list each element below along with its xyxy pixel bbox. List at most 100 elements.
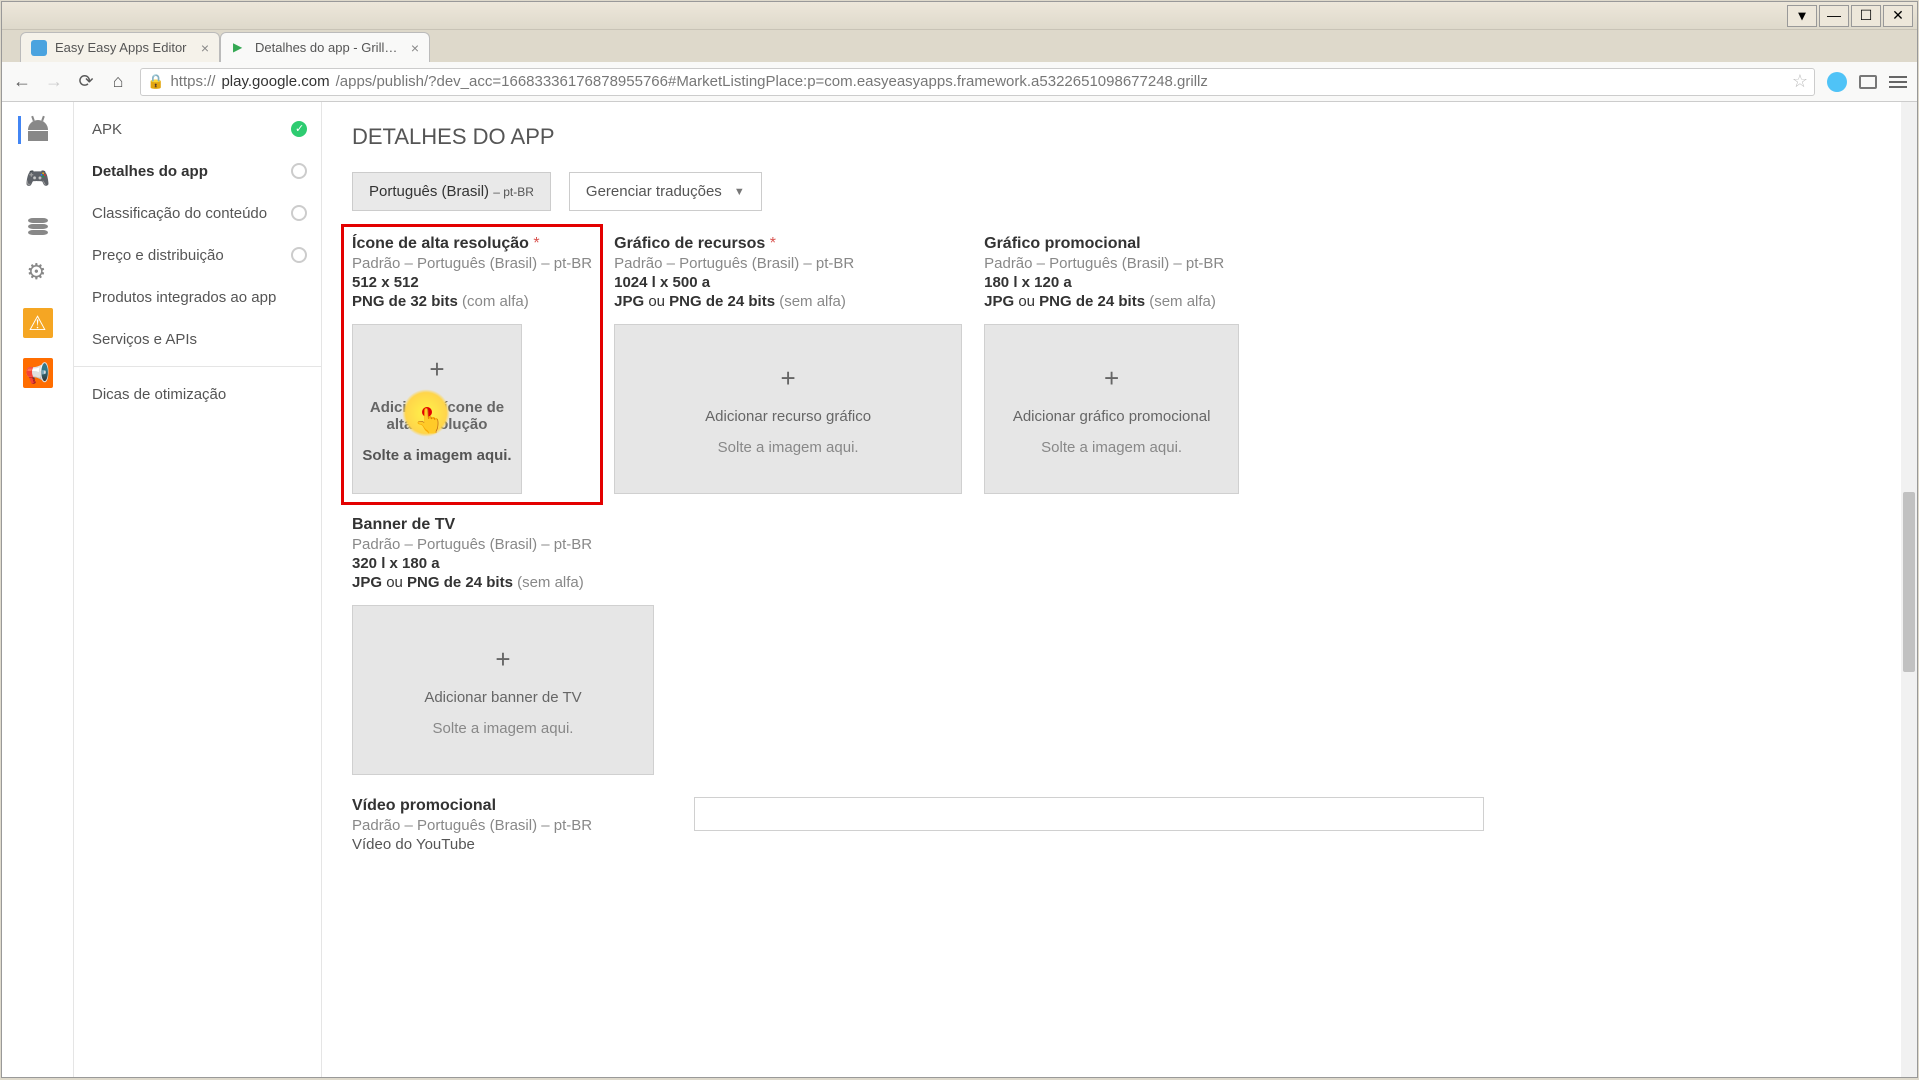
asset-title-text: Vídeo promocional: [352, 797, 496, 814]
status-check-icon: [291, 163, 307, 179]
sidenav-label: Detalhes do app: [92, 163, 208, 180]
format-pre: JPG: [352, 574, 382, 591]
browser-toolbar: ← → ⟳ ⌂ 🔒 https://play.google.com/apps/p…: [2, 62, 1917, 102]
browser-tab[interactable]: Easy Easy Apps Editor ×: [20, 32, 220, 62]
format-or: ou: [648, 293, 665, 310]
reload-button[interactable]: ⟳: [76, 72, 96, 92]
asset-dimensions: 320 l x 180 a: [352, 555, 654, 572]
bookmark-star-icon[interactable]: ☆: [1792, 71, 1808, 92]
os-context-button[interactable]: ▾: [1787, 5, 1817, 27]
manage-translations-button[interactable]: Gerenciar traduções ▼: [569, 172, 762, 211]
asset-title: Banner de TV: [352, 516, 654, 534]
asset-block-promo: Gráfico promocional Padrão – Português (…: [984, 235, 1239, 494]
hamburger-menu-icon[interactable]: [1889, 76, 1907, 88]
games-icon[interactable]: 🎮: [24, 164, 52, 192]
forward-button[interactable]: →: [44, 72, 64, 92]
dropzone-hint: Solte a imagem aqui.: [718, 439, 859, 456]
home-button[interactable]: ⌂: [108, 72, 128, 92]
language-suffix: – pt-BR: [493, 185, 534, 199]
asset-block-video: Vídeo promocional Padrão – Português (Br…: [352, 797, 1887, 853]
sidenav-item-apk[interactable]: APK: [74, 108, 321, 150]
left-rail: 🎮 ⚠ 📢: [2, 102, 74, 1077]
asset-title-text: Gráfico de recursos: [614, 235, 765, 252]
os-minimize-button[interactable]: —: [1819, 5, 1849, 27]
format-muted: (com alfa): [462, 293, 529, 310]
alerts-icon[interactable]: ⚠: [23, 308, 53, 338]
page-title: DETALHES DO APP: [352, 124, 1887, 150]
tab-close-icon[interactable]: ×: [201, 40, 209, 56]
language-button[interactable]: Português (Brasil) – pt-BR: [352, 172, 551, 211]
asset-format: PNG de 32 bits (com alfa): [352, 293, 592, 310]
tab-title: Detalhes do app - Grillz re: [255, 40, 403, 55]
sidenav-item-preco[interactable]: Preço e distribuição: [74, 234, 321, 276]
extension-icon[interactable]: [1827, 72, 1847, 92]
asset-dimensions: 1024 l x 500 a: [614, 274, 962, 291]
scroll-thumb[interactable]: [1903, 492, 1915, 672]
upload-dropzone-feature[interactable]: + Adicionar recurso gráfico Solte a imag…: [614, 324, 962, 494]
android-app-icon[interactable]: [18, 116, 46, 144]
back-button[interactable]: ←: [12, 72, 32, 92]
settings-icon[interactable]: [24, 260, 52, 288]
dropzone-hint: Solte a imagem aqui.: [433, 720, 574, 737]
asset-title: Gráfico promocional: [984, 235, 1239, 253]
asset-subtitle: Padrão – Português (Brasil) – pt-BR: [984, 255, 1239, 272]
asset-title-text: Ícone de alta resolução: [352, 235, 529, 252]
os-maximize-button[interactable]: ☐: [1851, 5, 1881, 27]
sidenav-label: Produtos integrados ao app: [92, 289, 276, 306]
status-check-icon: [291, 247, 307, 263]
device-toggle-icon[interactable]: [1859, 75, 1877, 89]
sidenav-item-servicos[interactable]: Serviços e APIs: [74, 318, 321, 360]
upload-dropzone-icon[interactable]: + Adicionar ícone de alta resolução Solt…: [352, 324, 522, 494]
vertical-scrollbar[interactable]: [1901, 102, 1917, 1077]
upload-dropzone-tv[interactable]: + Adicionar banner de TV Solte a imagem …: [352, 605, 654, 775]
os-window: ▾ — ☐ ✕ Easy Easy Apps Editor × Detalhes…: [1, 1, 1918, 1078]
asset-title-text: Gráfico promocional: [984, 235, 1140, 252]
format-muted: (sem alfa): [1149, 293, 1216, 310]
favicon-icon: [31, 40, 47, 56]
tab-close-icon[interactable]: ×: [411, 40, 419, 56]
asset-video-hint: Vídeo do YouTube: [352, 836, 672, 853]
format-pre: JPG: [984, 293, 1014, 310]
manage-label: Gerenciar traduções: [586, 183, 722, 200]
asset-subtitle: Padrão – Português (Brasil) – pt-BR: [614, 255, 962, 272]
asset-dimensions: 512 x 512: [352, 274, 592, 291]
asset-title: Gráfico de recursos *: [614, 235, 962, 253]
asset-title: Ícone de alta resolução *: [352, 235, 592, 253]
sidenav-label: Dicas de otimização: [92, 386, 226, 403]
status-check-icon: [291, 121, 307, 137]
asset-subtitle: Padrão – Português (Brasil) – pt-BR: [352, 255, 592, 272]
database-icon[interactable]: [24, 212, 52, 240]
sidenav-label: Serviços e APIs: [92, 331, 197, 348]
lock-icon: 🔒: [147, 73, 164, 90]
plus-icon: +: [1104, 363, 1119, 394]
os-close-button[interactable]: ✕: [1883, 5, 1913, 27]
sidenav-item-classificacao[interactable]: Classificação do conteúdo: [74, 192, 321, 234]
sidenav-item-dicas[interactable]: Dicas de otimização: [74, 373, 321, 415]
sidenav-item-detalhes[interactable]: Detalhes do app: [74, 150, 321, 192]
sidenav-label: Preço e distribuição: [92, 247, 224, 264]
asset-title: Vídeo promocional: [352, 797, 672, 815]
sidenav-item-produtos[interactable]: Produtos integrados ao app: [74, 276, 321, 318]
tab-title: Easy Easy Apps Editor: [55, 40, 193, 55]
format-bold: PNG de 24 bits: [1039, 293, 1145, 310]
favicon-icon: [231, 40, 247, 56]
dropzone-action: Adicionar ícone de alta resolução: [353, 399, 521, 433]
asset-format: JPG ou PNG de 24 bits (sem alfa): [984, 293, 1239, 310]
format-muted: (sem alfa): [517, 574, 584, 591]
browser-tab[interactable]: Detalhes do app - Grillz re ×: [220, 32, 430, 62]
plus-icon: +: [781, 363, 796, 394]
plus-icon: +: [495, 644, 510, 675]
video-url-input[interactable]: [694, 797, 1484, 831]
asset-block-icon: Ícone de alta resolução * Padrão – Portu…: [341, 224, 603, 505]
format-muted: (sem alfa): [779, 293, 846, 310]
upload-dropzone-promo[interactable]: + Adicionar gráfico promocional Solte a …: [984, 324, 1239, 494]
divider: [74, 366, 321, 367]
side-navigation: APK Detalhes do app Classificação do con…: [74, 102, 322, 1077]
announcements-icon[interactable]: 📢: [23, 358, 53, 388]
url-path: /apps/publish/?dev_acc=16683336176878955…: [336, 73, 1208, 90]
asset-format: JPG ou PNG de 24 bits (sem alfa): [352, 574, 654, 591]
url-bar[interactable]: 🔒 https://play.google.com/apps/publish/?…: [140, 68, 1815, 96]
asset-subtitle: Padrão – Português (Brasil) – pt-BR: [352, 536, 654, 553]
main-panel: DETALHES DO APP Português (Brasil) – pt-…: [322, 102, 1917, 1077]
url-host: play.google.com: [221, 73, 329, 90]
